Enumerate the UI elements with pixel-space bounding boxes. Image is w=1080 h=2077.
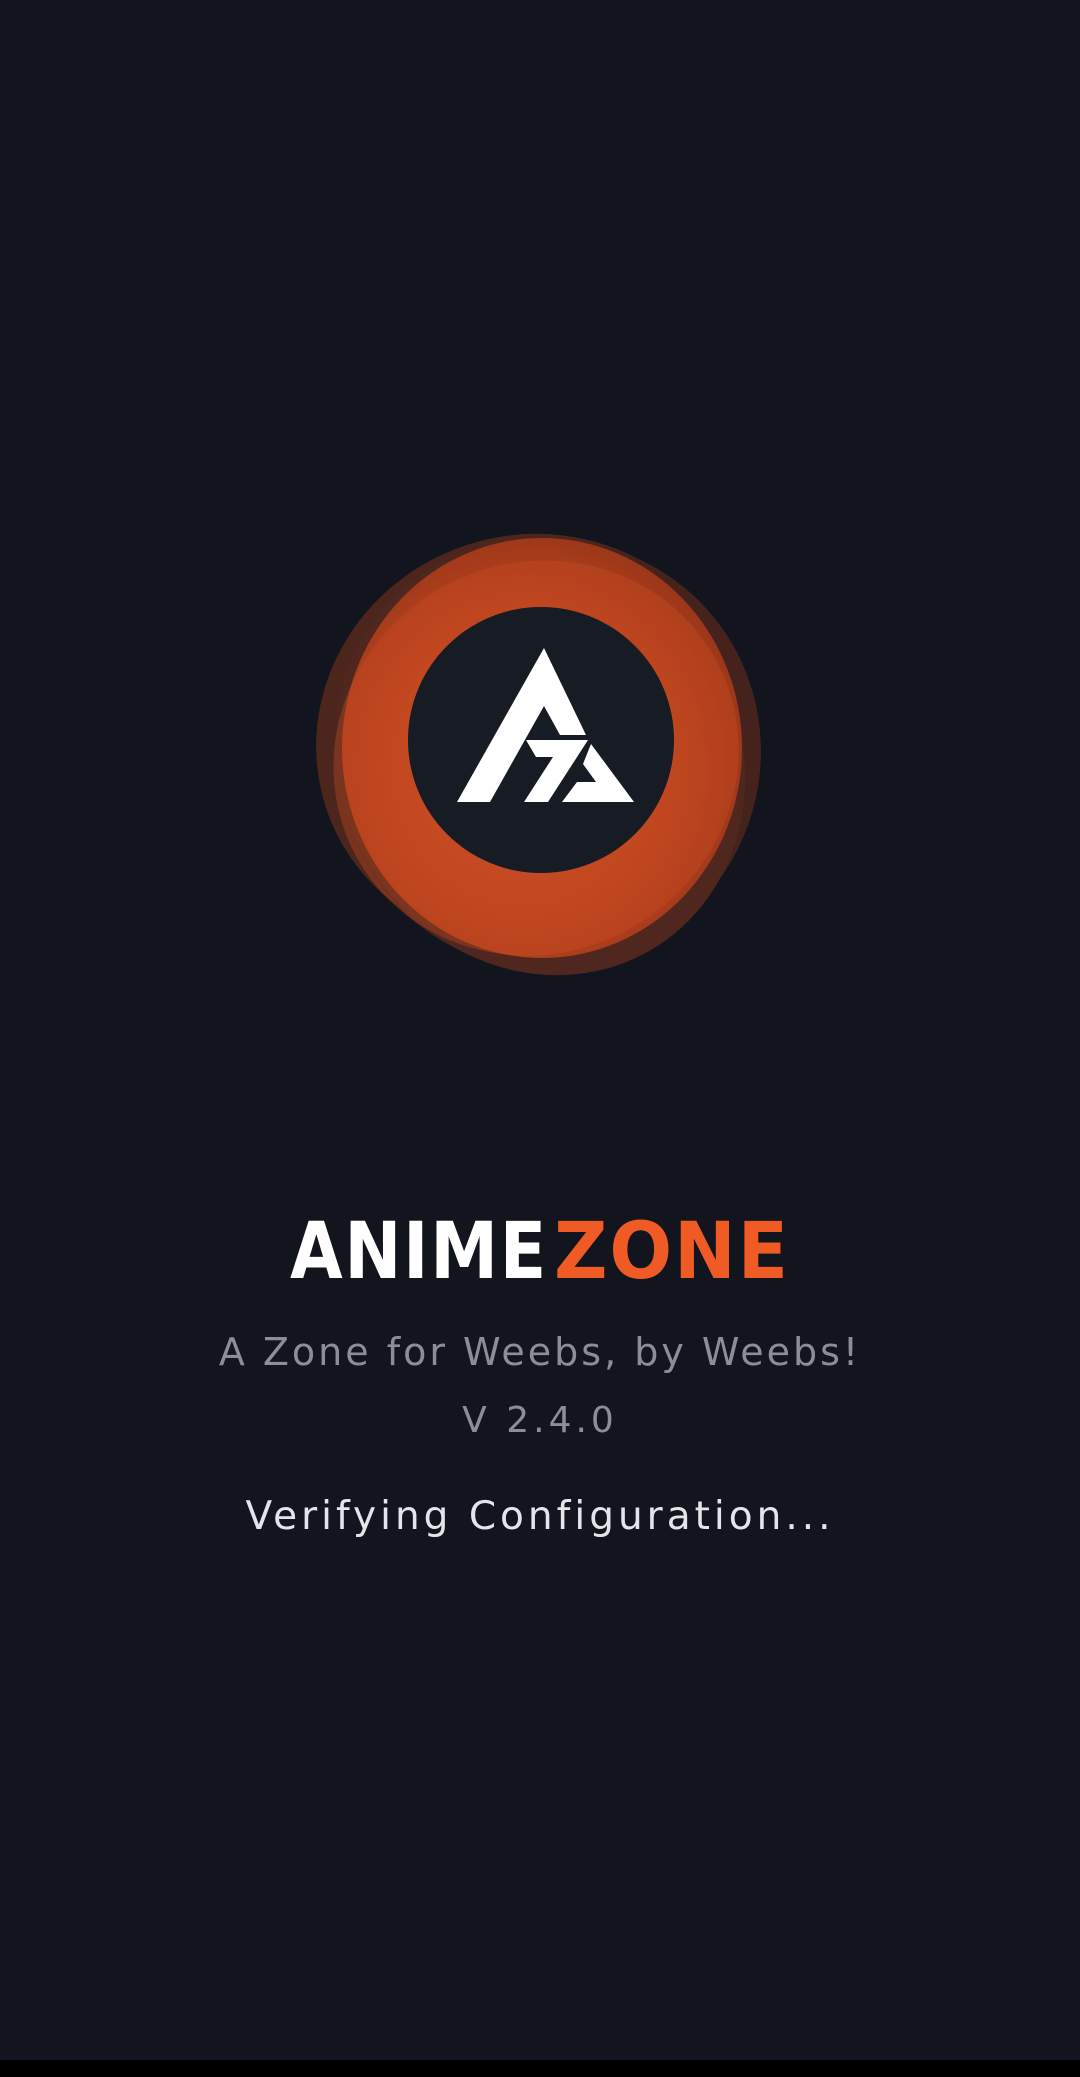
wordmark-zone: ZONE bbox=[554, 1208, 790, 1292]
app-version: V 2.4.0 bbox=[462, 1400, 618, 1441]
loading-status: Verifying Configuration... bbox=[245, 1494, 835, 1539]
animezone-wordmark-logo: ANIME ZONE bbox=[290, 1208, 790, 1292]
app-logo bbox=[300, 510, 780, 990]
wordmark-anime: ANIME bbox=[290, 1208, 548, 1292]
system-navigation-bar bbox=[0, 2060, 1080, 2077]
splash-screen: ANIME ZONE A Zone for Weebs, by Weebs! V… bbox=[0, 0, 1080, 2077]
app-tagline: A Zone for Weebs, by Weebs! bbox=[218, 1330, 862, 1374]
app-wordmark: ANIME ZONE bbox=[0, 1208, 1080, 1304]
animezone-triangle-logo-icon bbox=[316, 533, 761, 976]
